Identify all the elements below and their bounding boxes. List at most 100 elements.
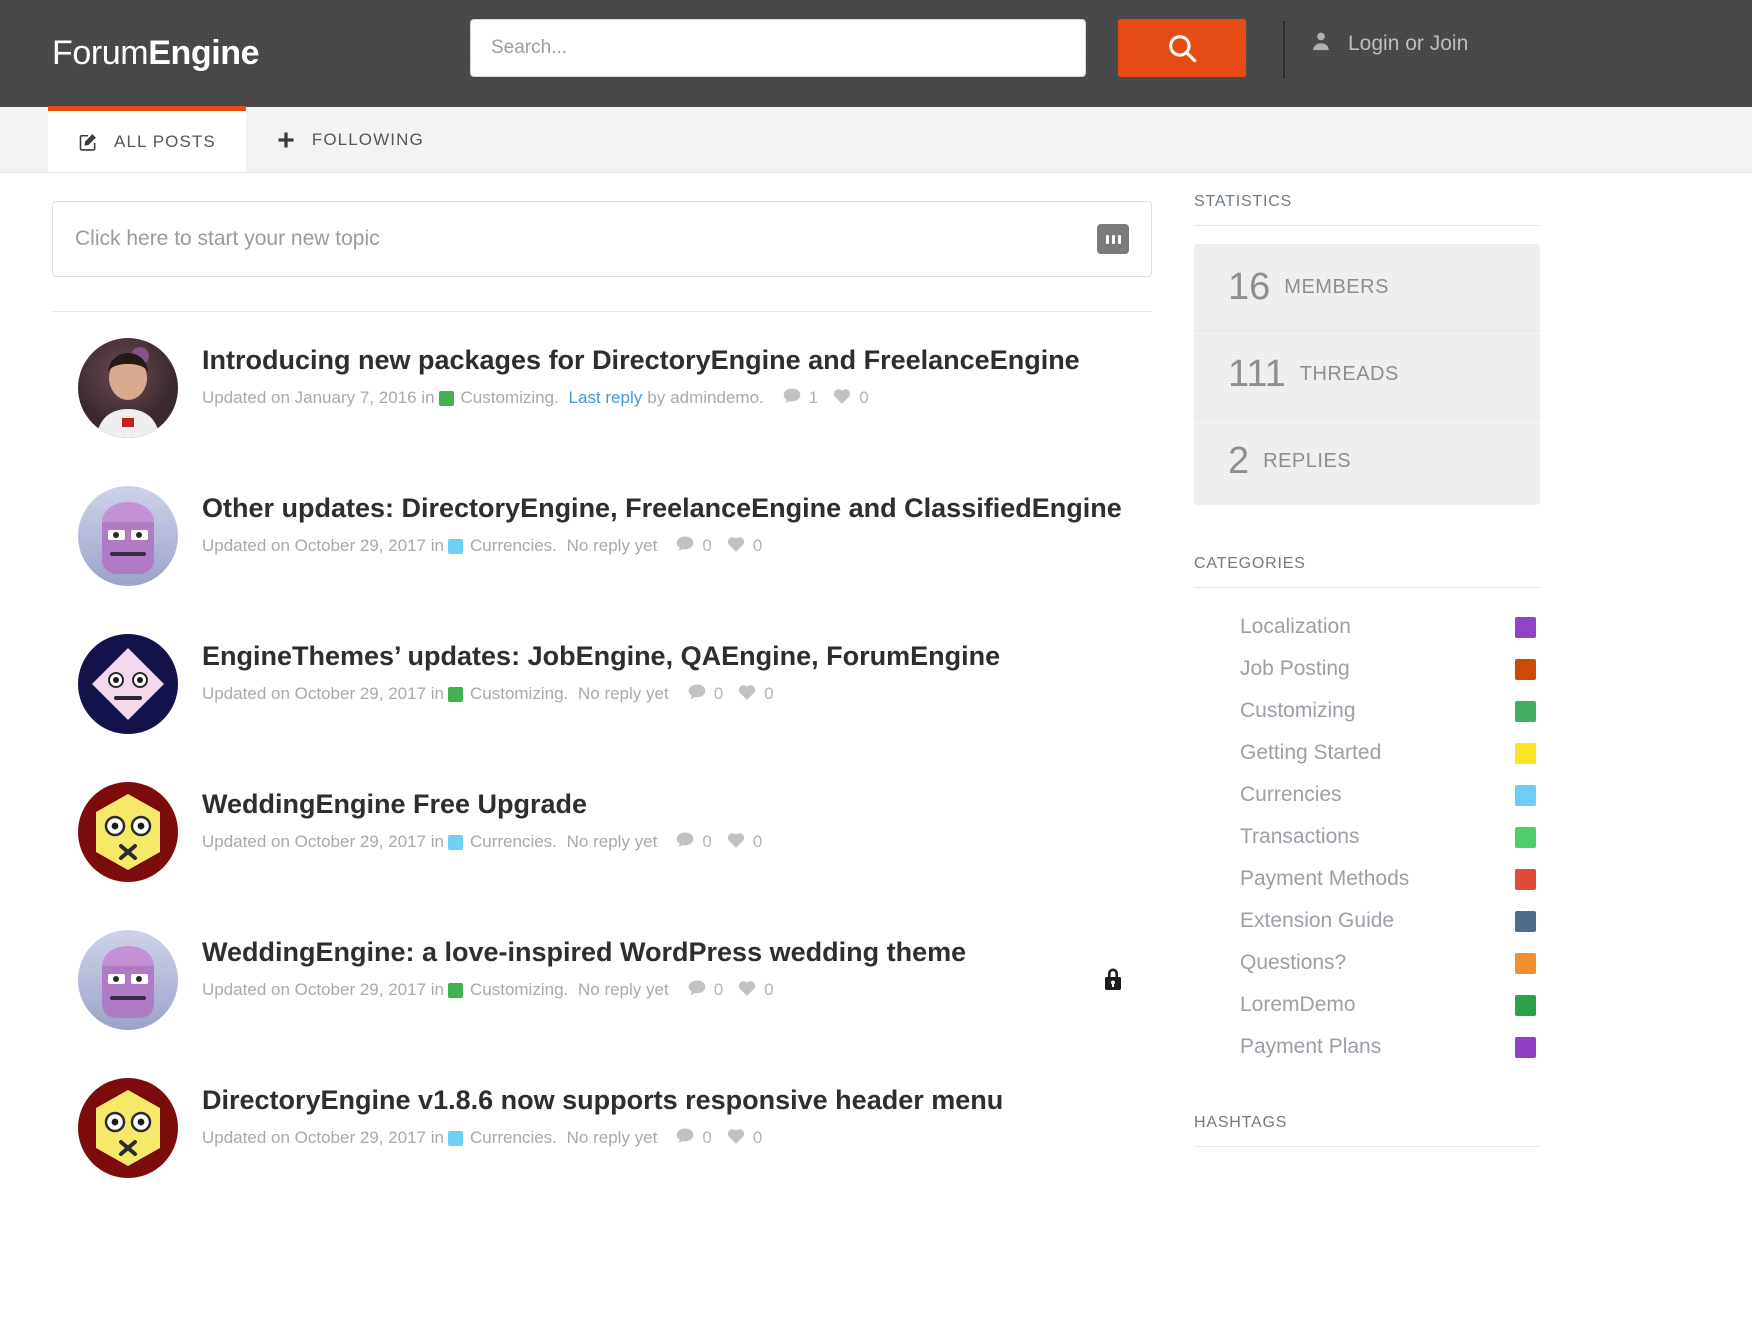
post-row[interactable]: DirectoryEngine v1.8.6 now supports resp… bbox=[52, 1052, 1152, 1200]
post-list: Introducing new packages for DirectoryEn… bbox=[52, 311, 1152, 1200]
post-title[interactable]: WeddingEngine Free Upgrade bbox=[202, 788, 1152, 821]
post-row[interactable]: WeddingEngine: a love-inspired WordPress… bbox=[52, 904, 1152, 1052]
category-color-swatch bbox=[1515, 658, 1536, 680]
avatar[interactable] bbox=[78, 930, 178, 1030]
plus-icon bbox=[276, 130, 296, 150]
lock-icon bbox=[1102, 966, 1124, 997]
category-label: Extension Guide bbox=[1240, 909, 1395, 932]
post-date: October 29, 2017 bbox=[294, 1128, 427, 1148]
comment-icon bbox=[675, 1126, 695, 1151]
tab-following-label: FOLLOWING bbox=[311, 129, 424, 149]
post-category[interactable]: Customizing. bbox=[461, 388, 559, 408]
statistic-number: 2 bbox=[1228, 440, 1250, 482]
post-title[interactable]: WeddingEngine: a love-inspired WordPress… bbox=[202, 936, 1152, 969]
category-label: LoremDemo bbox=[1240, 993, 1356, 1016]
like-count: 0 bbox=[832, 386, 869, 410]
post-no-reply: No reply yet bbox=[566, 832, 658, 852]
post-body: EngineThemes’ updates: JobEngine, QAEngi… bbox=[202, 634, 1152, 734]
category-item[interactable]: Localization bbox=[1194, 606, 1540, 648]
post-category[interactable]: Currencies. bbox=[470, 1128, 557, 1148]
comment-icon bbox=[675, 830, 695, 855]
search-input[interactable] bbox=[470, 19, 1086, 77]
post-body: DirectoryEngine v1.8.6 now supports resp… bbox=[202, 1078, 1152, 1178]
like-count-value: 0 bbox=[752, 536, 763, 556]
post-row[interactable]: EngineThemes’ updates: JobEngine, QAEngi… bbox=[52, 608, 1152, 756]
post-category-swatch bbox=[447, 1130, 463, 1146]
post-category[interactable]: Currencies. bbox=[470, 536, 557, 556]
category-item[interactable]: Job Posting bbox=[1194, 648, 1540, 690]
category-item[interactable]: Extension Guide bbox=[1194, 900, 1540, 942]
comment-count-value: 0 bbox=[702, 1128, 712, 1148]
category-item[interactable]: Payment Plans bbox=[1194, 1026, 1540, 1068]
post-date: October 29, 2017 bbox=[294, 684, 427, 704]
tab-following[interactable]: FOLLOWING bbox=[246, 107, 454, 172]
post-updated-prefix: Updated on bbox=[202, 832, 290, 852]
category-item[interactable]: Transactions bbox=[1194, 816, 1540, 858]
category-color-swatch bbox=[1515, 784, 1536, 806]
post-title[interactable]: Introducing new packages for DirectoryEn… bbox=[202, 344, 1152, 377]
avatar[interactable] bbox=[78, 486, 178, 586]
heart-icon bbox=[726, 534, 746, 558]
post-counts: 1 0 bbox=[782, 386, 877, 411]
category-label: Currencies bbox=[1240, 783, 1342, 806]
post-row[interactable]: Introducing new packages for DirectoryEn… bbox=[52, 312, 1152, 460]
post-updated-prefix: Updated on bbox=[202, 536, 290, 556]
category-item[interactable]: Payment Methods bbox=[1194, 858, 1540, 900]
avatar[interactable] bbox=[78, 338, 178, 438]
post-counts: 0 0 bbox=[675, 830, 770, 855]
logo-text-primary: Forum bbox=[52, 34, 149, 72]
post-category-swatch bbox=[447, 982, 463, 998]
comment-icon bbox=[687, 978, 707, 1003]
post-category-swatch bbox=[438, 390, 454, 406]
category-label: Payment Plans bbox=[1240, 1035, 1382, 1058]
sidebar: STATISTICS 16 MEMBERS 111 THREADS 2 REPLIE… bbox=[1194, 173, 1540, 1200]
comment-count: 0 bbox=[675, 1126, 712, 1151]
site-logo[interactable]: ForumEngine bbox=[52, 34, 260, 73]
categories-heading: CATEGORIES bbox=[1194, 555, 1540, 588]
comment-icon bbox=[687, 682, 707, 707]
user-icon bbox=[1310, 30, 1332, 57]
category-item[interactable]: LoremDemo bbox=[1194, 984, 1540, 1026]
avatar[interactable] bbox=[78, 634, 178, 734]
like-count: 0 bbox=[737, 978, 774, 1002]
post-title[interactable]: Other updates: DirectoryEngine, Freelanc… bbox=[202, 492, 1152, 525]
comment-count-value: 0 bbox=[702, 536, 712, 556]
post-last-reply-link[interactable]: Last reply bbox=[569, 388, 643, 408]
post-category[interactable]: Customizing. bbox=[470, 684, 568, 704]
avatar[interactable] bbox=[78, 782, 178, 882]
post-category-swatch bbox=[447, 686, 463, 702]
category-item[interactable]: Questions? bbox=[1194, 942, 1540, 984]
post-title[interactable]: EngineThemes’ updates: JobEngine, QAEngi… bbox=[202, 640, 1152, 673]
post-title[interactable]: DirectoryEngine v1.8.6 now supports resp… bbox=[202, 1084, 1152, 1117]
more-options-icon[interactable] bbox=[1097, 224, 1129, 254]
comment-count: 0 bbox=[675, 534, 712, 559]
post-in-word: in bbox=[430, 832, 444, 852]
post-updated-prefix: Updated on bbox=[202, 388, 290, 408]
post-row[interactable]: WeddingEngine Free Upgrade Updated on Oc… bbox=[52, 756, 1152, 904]
post-body: Other updates: DirectoryEngine, Freelanc… bbox=[202, 486, 1152, 586]
like-count-value: 0 bbox=[859, 388, 869, 408]
category-item[interactable]: Customizing bbox=[1194, 690, 1540, 732]
post-updated-prefix: Updated on bbox=[202, 980, 290, 1000]
post-no-reply: No reply yet bbox=[577, 980, 669, 1000]
category-item[interactable]: Currencies bbox=[1194, 774, 1540, 816]
post-category[interactable]: Customizing. bbox=[470, 980, 568, 1000]
category-label: Customizing bbox=[1240, 699, 1356, 722]
search-button[interactable] bbox=[1118, 19, 1246, 77]
login-or-join-label: Login or Join bbox=[1348, 31, 1469, 55]
login-or-join-button[interactable]: Login or Join bbox=[1310, 30, 1468, 57]
category-item[interactable]: Getting Started bbox=[1194, 732, 1540, 774]
post-date: January 7, 2016 bbox=[294, 388, 417, 408]
post-author[interactable]: admindemo. bbox=[670, 388, 764, 408]
post-counts: 0 0 bbox=[675, 1126, 770, 1151]
post-category[interactable]: Currencies. bbox=[470, 832, 557, 852]
like-count: 0 bbox=[726, 830, 762, 854]
post-row[interactable]: Other updates: DirectoryEngine, Freelanc… bbox=[52, 460, 1152, 608]
avatar[interactable] bbox=[78, 1078, 178, 1178]
post-body: Introducing new packages for DirectoryEn… bbox=[202, 338, 1152, 438]
post-date: October 29, 2017 bbox=[294, 832, 427, 852]
new-topic-box[interactable]: Click here to start your new topic bbox=[52, 201, 1152, 277]
category-label: Payment Methods bbox=[1240, 867, 1410, 890]
tab-all-posts[interactable]: ALL POSTS bbox=[48, 106, 246, 172]
post-in-word: in bbox=[430, 1128, 444, 1148]
